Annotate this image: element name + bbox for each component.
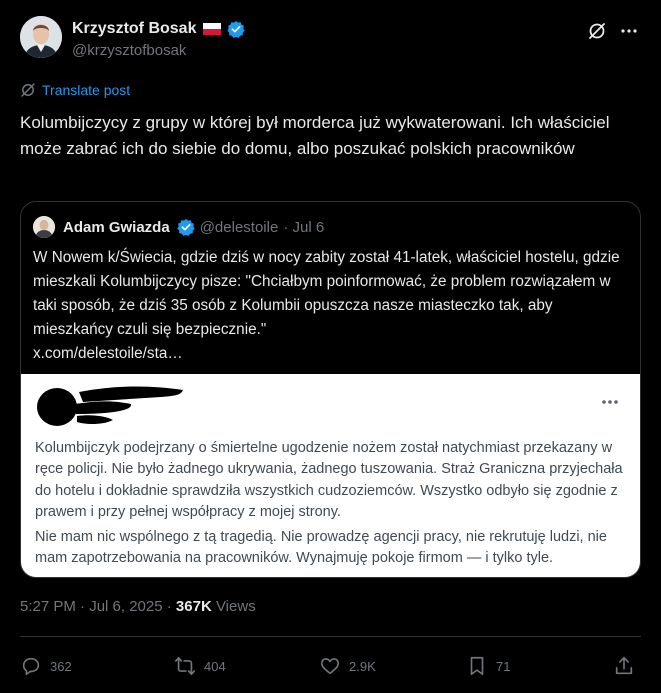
views-count: 367K: [175, 598, 212, 615]
translate-icon: [21, 83, 35, 97]
image-paragraph-2: Nie mam nic wspólnego z tą tragedią. Nie…: [35, 529, 607, 567]
reply-button[interactable]: 362: [20, 648, 72, 684]
author-name-row: Krzysztof Bosak: [72, 20, 246, 38]
quoted-avatar-portrait: [33, 216, 55, 238]
reply-icon: [22, 657, 40, 676]
bookmark-icon: [470, 656, 484, 676]
like-button[interactable]: 2.9K: [319, 648, 376, 684]
quoted-post-header: Adam Gwiazda @delestoile · Jul 6: [33, 216, 324, 238]
bookmark-button[interactable]: 71: [466, 648, 510, 684]
bookmark-count: 71: [496, 658, 511, 674]
translate-post-link[interactable]: Translate post: [20, 82, 130, 98]
like-count: 2.9K: [349, 658, 376, 674]
like-icon: [320, 658, 340, 675]
quoted-post[interactable]: Adam Gwiazda @delestoile · Jul 6 W Nowem…: [20, 201, 641, 578]
image-more-icon: [602, 400, 618, 404]
post-timestamp[interactable]: 5:27 PM · Jul 6, 2025 ·: [20, 598, 176, 615]
author-display-name[interactable]: Krzysztof Bosak: [72, 20, 196, 38]
quoted-post-date: · Jul 6: [283, 218, 325, 236]
quoted-post-body: W Nowem k/Świecia, gdzie dziś w nocy zab…: [33, 249, 620, 338]
post-header: Krzysztof Bosak @krzysztofbosak: [20, 14, 641, 64]
avatar-portrait: [20, 16, 62, 58]
quoted-post-link[interactable]: x.com/delestoile/sta…: [33, 342, 629, 366]
more-icon[interactable]: [619, 21, 639, 41]
verified-badge-icon[interactable]: [227, 20, 246, 38]
quoted-verified-badge-icon: [177, 218, 195, 236]
grok-icon[interactable]: [587, 21, 607, 41]
quoted-post-image[interactable]: Kolumbijczyk podejrzany o śmiertelne ugo…: [21, 374, 640, 577]
post: Krzysztof Bosak @krzysztofbosak Translat…: [0, 0, 661, 693]
author-avatar[interactable]: [20, 16, 62, 58]
reply-count: 362: [50, 658, 72, 674]
quoted-author-display-name: Adam Gwiazda: [63, 218, 170, 236]
poland-flag-icon: [203, 23, 222, 35]
action-bar: 362 404 2.9K 71: [20, 648, 641, 684]
quoted-post-text: W Nowem k/Świecia, gdzie dziś w nocy zab…: [33, 246, 629, 366]
image-paragraph-1: Kolumbijczyk podejrzany o śmiertelne ugo…: [35, 440, 623, 520]
share-button[interactable]: [613, 648, 635, 684]
repost-button[interactable]: 404: [174, 648, 226, 684]
divider: [20, 636, 641, 637]
quoted-author-handle: @delestoile: [199, 218, 279, 236]
share-icon: [615, 656, 633, 675]
redaction-scribble: [37, 386, 183, 426]
quoted-author-avatar: [33, 216, 55, 238]
translate-post-label: Translate post: [42, 82, 131, 98]
tweet-text: Kolumbijczycy z grupy w której był morde…: [20, 113, 610, 158]
author-handle[interactable]: @krzysztofbosak: [72, 42, 186, 59]
repost-icon: [175, 656, 195, 676]
views-label: Views: [211, 598, 256, 615]
repost-count: 404: [204, 658, 226, 674]
post-timestamp-row: 5:27 PM · Jul 6, 2025 · 367K Views: [20, 598, 256, 615]
